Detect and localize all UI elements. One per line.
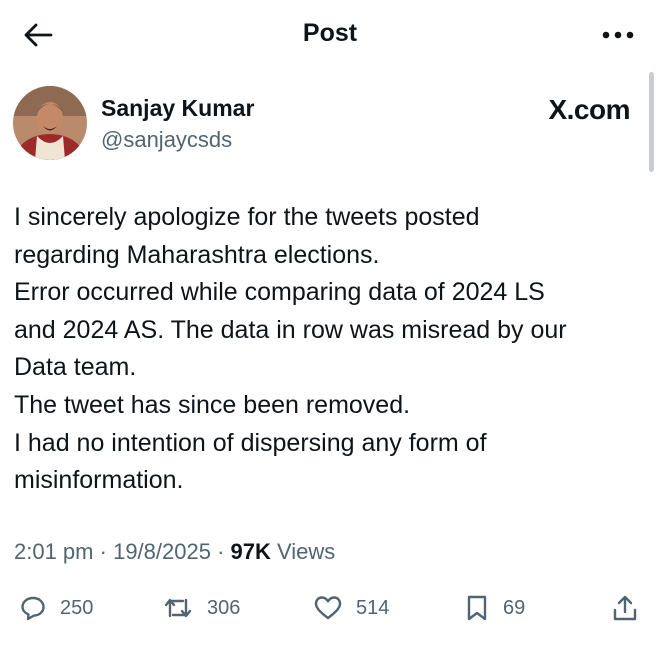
post-meta: 2:01 pm · 19/8/2025 · 97K Views [14, 539, 335, 565]
meta-separator: · [99, 539, 107, 564]
author-name[interactable]: Sanjay Kumar [101, 95, 254, 122]
tweet-line: and 2024 AS. The data in row was misread… [14, 315, 567, 344]
tweet-line: Data team. [14, 353, 137, 382]
heart-icon [314, 595, 342, 621]
top-bar: Post [0, 0, 660, 70]
tweet-line: regarding Maharashtra elections. [14, 240, 380, 269]
views-label: Views [277, 539, 336, 564]
like-count: 514 [356, 596, 390, 619]
share-icon [612, 594, 638, 622]
author-handle[interactable]: @sanjaycsds [101, 127, 232, 153]
tweet-text: I sincerely apologize for the tweets pos… [14, 199, 644, 500]
more-options-button[interactable] [596, 20, 640, 50]
share-button[interactable] [612, 585, 638, 631]
bookmark-icon [465, 594, 489, 622]
reply-button[interactable]: 250 [20, 585, 93, 631]
tweet-line: misinformation. [14, 466, 184, 495]
repost-count: 306 [207, 596, 241, 619]
bookmark-button[interactable]: 69 [465, 585, 525, 631]
meta-separator: · [217, 539, 225, 564]
action-bar: 250 306 514 69 [0, 585, 660, 631]
tweet-line: I had no intention of dispersing any for… [14, 428, 487, 457]
tweet-line: The tweet has since been removed. [14, 390, 411, 419]
page-title: Post [302, 19, 358, 47]
post-date[interactable]: 19/8/2025 [113, 539, 211, 564]
repost-icon [163, 595, 193, 621]
tweet-line: Error occurred while comparing data of 2… [14, 278, 545, 307]
post-time[interactable]: 2:01 pm [14, 539, 94, 564]
reply-bubble-icon [20, 595, 46, 621]
source-watermark: X.com [548, 94, 630, 125]
scrollbar[interactable] [649, 72, 654, 172]
avatar[interactable] [13, 86, 87, 160]
bookmark-count: 69 [503, 596, 526, 619]
tweet-line: I sincerely apologize for the tweets pos… [14, 203, 480, 231]
views-count: 97K [230, 539, 271, 564]
repost-button[interactable]: 306 [163, 585, 240, 631]
more-horizontal-icon [601, 30, 635, 40]
reply-count: 250 [60, 596, 94, 619]
like-button[interactable]: 514 [314, 585, 389, 631]
